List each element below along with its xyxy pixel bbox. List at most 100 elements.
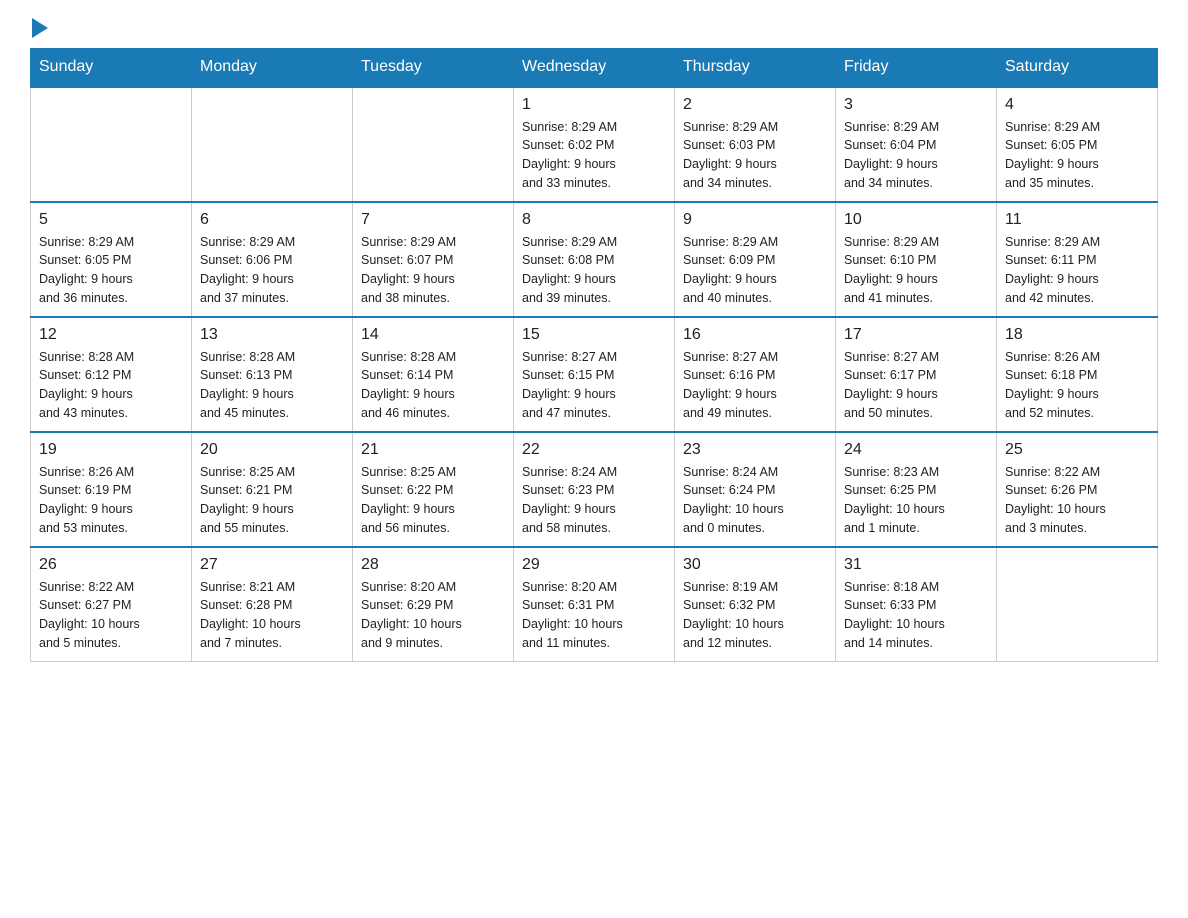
day-info: Sunrise: 8:29 AM Sunset: 6:11 PM Dayligh…: [1005, 233, 1149, 308]
calendar-cell: [997, 547, 1158, 662]
calendar-cell: 31 Sunrise: 8:18 AM Sunset: 6:33 PM Dayli…: [836, 547, 997, 662]
calendar-cell: [192, 87, 353, 202]
day-number: 14: [361, 326, 505, 344]
calendar-header-row: SundayMondayTuesdayWednesdayThursdayFrid…: [31, 48, 1158, 87]
day-info: Sunrise: 8:29 AM Sunset: 6:04 PM Dayligh…: [844, 118, 988, 193]
day-number: 4: [1005, 96, 1149, 114]
calendar-cell: 1 Sunrise: 8:29 AM Sunset: 6:02 PM Daylig…: [514, 87, 675, 202]
calendar-day-header: Thursday: [675, 48, 836, 87]
day-info: Sunrise: 8:29 AM Sunset: 6:09 PM Dayligh…: [683, 233, 827, 308]
day-info: Sunrise: 8:29 AM Sunset: 6:07 PM Dayligh…: [361, 233, 505, 308]
calendar-cell: 27 Sunrise: 8:21 AM Sunset: 6:28 PM Dayli…: [192, 547, 353, 662]
day-number: 29: [522, 556, 666, 574]
day-info: Sunrise: 8:29 AM Sunset: 6:08 PM Dayligh…: [522, 233, 666, 308]
calendar-cell: 13Sunrise: 8:28 AM Sunset: 6:13 PM Dayli…: [192, 317, 353, 432]
page-header: [30, 20, 1158, 38]
calendar-cell: 21 Sunrise: 8:25 AM Sunset: 6:22 PM Dayli…: [353, 432, 514, 547]
day-info: Sunrise: 8:25 AM Sunset: 6:22 PM Dayligh…: [361, 463, 505, 538]
day-number: 5: [39, 211, 183, 229]
day-number: 12: [39, 326, 183, 344]
calendar-cell: 20 Sunrise: 8:25 AM Sunset: 6:21 PM Dayli…: [192, 432, 353, 547]
day-number: 6: [200, 211, 344, 229]
day-number: 27: [200, 556, 344, 574]
day-number: 31: [844, 556, 988, 574]
calendar-cell: 3 Sunrise: 8:29 AM Sunset: 6:04 PM Daylig…: [836, 87, 997, 202]
day-info: Sunrise: 8:22 AM Sunset: 6:26 PM Dayligh…: [1005, 463, 1149, 538]
day-number: 7: [361, 211, 505, 229]
day-info: Sunrise: 8:28 AM Sunset: 6:12 PM Dayligh…: [39, 348, 183, 423]
calendar-week-row: 12 Sunrise: 8:28 AM Sunset: 6:12 PM Dayli…: [31, 317, 1158, 432]
day-info: Sunrise: 8:20 AM Sunset: 6:31 PM Dayligh…: [522, 578, 666, 653]
day-number: 28: [361, 556, 505, 574]
day-number: 16: [683, 326, 827, 344]
day-info: Sunrise: 8:20 AM Sunset: 6:29 PM Dayligh…: [361, 578, 505, 653]
day-number: 3: [844, 96, 988, 114]
calendar-cell: [31, 87, 192, 202]
day-number: 23: [683, 441, 827, 459]
day-number: 24: [844, 441, 988, 459]
day-info: Sunrise: 8:27 AM Sunset: 6:15 PM Dayligh…: [522, 348, 666, 423]
day-number: 26: [39, 556, 183, 574]
day-info: Sunrise: 8:29 AM Sunset: 6:02 PM Dayligh…: [522, 118, 666, 193]
day-info: Sunrise: 8:29 AM Sunset: 6:03 PM Dayligh…: [683, 118, 827, 193]
calendar-day-header: Tuesday: [353, 48, 514, 87]
calendar-week-row: 5Sunrise: 8:29 AM Sunset: 6:05 PM Daylig…: [31, 202, 1158, 317]
day-info: Sunrise: 8:24 AM Sunset: 6:23 PM Dayligh…: [522, 463, 666, 538]
calendar-day-header: Sunday: [31, 48, 192, 87]
calendar-day-header: Wednesday: [514, 48, 675, 87]
calendar-cell: 4 Sunrise: 8:29 AM Sunset: 6:05 PM Daylig…: [997, 87, 1158, 202]
calendar-cell: 11 Sunrise: 8:29 AM Sunset: 6:11 PM Dayli…: [997, 202, 1158, 317]
calendar-cell: 24 Sunrise: 8:23 AM Sunset: 6:25 PM Dayli…: [836, 432, 997, 547]
day-info: Sunrise: 8:29 AM Sunset: 6:10 PM Dayligh…: [844, 233, 988, 308]
day-number: 22: [522, 441, 666, 459]
day-number: 18: [1005, 326, 1149, 344]
day-info: Sunrise: 8:26 AM Sunset: 6:18 PM Dayligh…: [1005, 348, 1149, 423]
calendar-cell: 29 Sunrise: 8:20 AM Sunset: 6:31 PM Dayli…: [514, 547, 675, 662]
day-info: Sunrise: 8:25 AM Sunset: 6:21 PM Dayligh…: [200, 463, 344, 538]
logo-arrow-icon: [32, 18, 48, 38]
day-number: 20: [200, 441, 344, 459]
logo: [30, 20, 48, 38]
day-number: 21: [361, 441, 505, 459]
calendar-cell: 15 Sunrise: 8:27 AM Sunset: 6:15 PM Dayli…: [514, 317, 675, 432]
calendar-cell: 7 Sunrise: 8:29 AM Sunset: 6:07 PM Daylig…: [353, 202, 514, 317]
day-info: Sunrise: 8:27 AM Sunset: 6:16 PM Dayligh…: [683, 348, 827, 423]
day-info: Sunrise: 8:21 AM Sunset: 6:28 PM Dayligh…: [200, 578, 344, 653]
day-number: 1: [522, 96, 666, 114]
calendar-cell: 5Sunrise: 8:29 AM Sunset: 6:05 PM Daylig…: [31, 202, 192, 317]
day-info: Sunrise: 8:19 AM Sunset: 6:32 PM Dayligh…: [683, 578, 827, 653]
day-info: Sunrise: 8:23 AM Sunset: 6:25 PM Dayligh…: [844, 463, 988, 538]
day-info: Sunrise: 8:29 AM Sunset: 6:05 PM Dayligh…: [1005, 118, 1149, 193]
calendar-cell: 23Sunrise: 8:24 AM Sunset: 6:24 PM Dayli…: [675, 432, 836, 547]
calendar-cell: 17Sunrise: 8:27 AM Sunset: 6:17 PM Dayli…: [836, 317, 997, 432]
day-info: Sunrise: 8:28 AM Sunset: 6:14 PM Dayligh…: [361, 348, 505, 423]
day-number: 30: [683, 556, 827, 574]
calendar-week-row: 19 Sunrise: 8:26 AM Sunset: 6:19 PM Dayli…: [31, 432, 1158, 547]
calendar-cell: 22 Sunrise: 8:24 AM Sunset: 6:23 PM Dayli…: [514, 432, 675, 547]
day-number: 17: [844, 326, 988, 344]
calendar-cell: 9 Sunrise: 8:29 AM Sunset: 6:09 PM Daylig…: [675, 202, 836, 317]
day-info: Sunrise: 8:26 AM Sunset: 6:19 PM Dayligh…: [39, 463, 183, 538]
calendar-cell: 12 Sunrise: 8:28 AM Sunset: 6:12 PM Dayli…: [31, 317, 192, 432]
calendar-cell: 6Sunrise: 8:29 AM Sunset: 6:06 PM Daylig…: [192, 202, 353, 317]
calendar-cell: [353, 87, 514, 202]
day-number: 10: [844, 211, 988, 229]
day-info: Sunrise: 8:28 AM Sunset: 6:13 PM Dayligh…: [200, 348, 344, 423]
calendar-cell: 26 Sunrise: 8:22 AM Sunset: 6:27 PM Dayli…: [31, 547, 192, 662]
calendar-cell: 19 Sunrise: 8:26 AM Sunset: 6:19 PM Dayli…: [31, 432, 192, 547]
calendar-day-header: Monday: [192, 48, 353, 87]
day-number: 11: [1005, 211, 1149, 229]
day-number: 2: [683, 96, 827, 114]
day-info: Sunrise: 8:22 AM Sunset: 6:27 PM Dayligh…: [39, 578, 183, 653]
calendar-cell: 10 Sunrise: 8:29 AM Sunset: 6:10 PM Dayli…: [836, 202, 997, 317]
day-number: 8: [522, 211, 666, 229]
day-info: Sunrise: 8:18 AM Sunset: 6:33 PM Dayligh…: [844, 578, 988, 653]
calendar-cell: 30 Sunrise: 8:19 AM Sunset: 6:32 PM Dayli…: [675, 547, 836, 662]
calendar-cell: 8 Sunrise: 8:29 AM Sunset: 6:08 PM Daylig…: [514, 202, 675, 317]
calendar-cell: 16 Sunrise: 8:27 AM Sunset: 6:16 PM Dayli…: [675, 317, 836, 432]
day-number: 9: [683, 211, 827, 229]
calendar-day-header: Saturday: [997, 48, 1158, 87]
day-number: 19: [39, 441, 183, 459]
day-number: 15: [522, 326, 666, 344]
calendar-cell: 14 Sunrise: 8:28 AM Sunset: 6:14 PM Dayli…: [353, 317, 514, 432]
